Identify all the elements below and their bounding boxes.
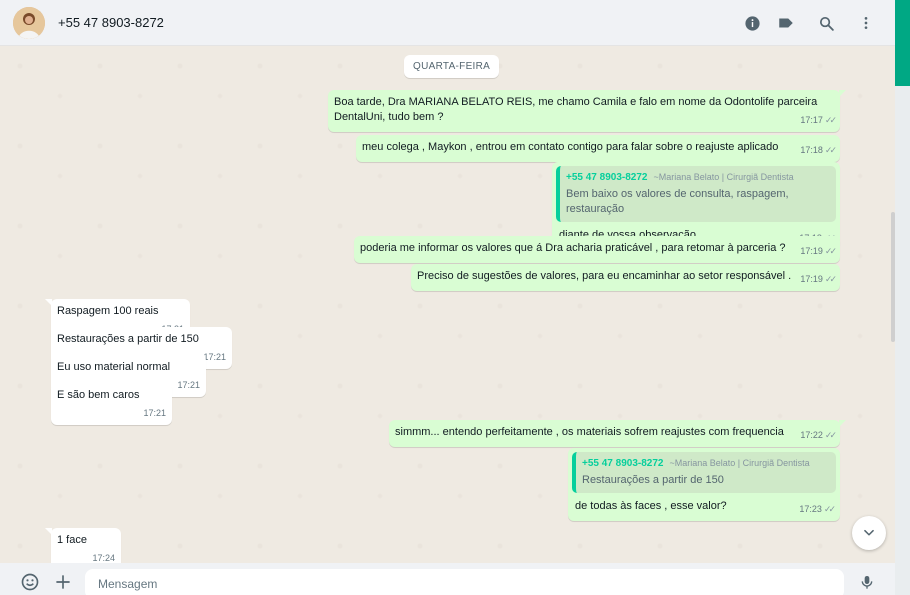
message-time: 17:17 <box>800 115 823 125</box>
message-time: 17:18 <box>800 145 823 155</box>
message-meta: 17:19 ✓✓ <box>800 272 837 287</box>
message-text: Eu uso material normal <box>57 361 171 373</box>
message-bubble-outgoing[interactable]: Preciso de sugestões de valores, para eu… <box>411 264 840 291</box>
quoted-message[interactable]: +55 47 8903-8272 ~Mariana Belato | Cirurg… <box>572 452 836 493</box>
chat-header: +55 47 8903-8272 <box>0 0 895 46</box>
double-check-icon: ✓✓ <box>824 274 837 284</box>
message-meta: 17:17 ✓✓ <box>800 113 837 128</box>
message-bubble-outgoing[interactable]: simmm... entendo perfeitamente , os mate… <box>389 420 846 447</box>
attach-plus-icon[interactable] <box>52 571 74 593</box>
scroll-to-bottom-button[interactable] <box>852 516 886 550</box>
message-bubble-incoming[interactable]: E são bem caros 17:21 <box>51 383 172 425</box>
info-icon[interactable] <box>742 13 762 33</box>
message-meta: 17:18✓✓ <box>800 143 837 158</box>
message-text: poderia me informar os valores que á Dra… <box>360 242 786 254</box>
emoji-icon[interactable] <box>19 571 41 593</box>
search-icon[interactable] <box>816 13 836 33</box>
message-bubble-outgoing[interactable]: poderia me informar os valores que á Dra… <box>354 236 840 263</box>
message-time: 17:23 <box>799 504 822 514</box>
message-text: simmm... entendo perfeitamente , os mate… <box>395 426 784 438</box>
message-text: Preciso de sugestões de valores, para eu… <box>417 270 792 282</box>
avatar[interactable] <box>13 7 45 39</box>
message-list[interactable]: QUARTA-FEIRA Boa tarde, Dra MARIANA BELA… <box>0 46 895 563</box>
double-check-icon: ✓✓ <box>824 430 837 440</box>
message-input[interactable] <box>85 569 844 595</box>
accent-bar <box>895 0 910 86</box>
menu-icon[interactable] <box>856 13 876 33</box>
message-text: Restaurações a partir de 150 <box>57 333 199 345</box>
chevron-down-icon <box>864 529 874 536</box>
message-text: DentalUni, tudo bem ? <box>334 111 444 123</box>
message-bubble-outgoing[interactable]: Boa tarde, Dra MARIANA BELATO REIS, me c… <box>328 90 846 132</box>
double-check-icon: ✓✓ <box>824 246 837 256</box>
double-check-icon: ✓✓ <box>824 115 837 125</box>
quote-author-subtitle: ~Mariana Belato | Cirurgiã Dentista <box>653 172 794 182</box>
double-check-icon: ✓✓ <box>823 504 836 514</box>
message-text: E são bem caros <box>57 389 140 401</box>
message-text: Boa tarde, Dra MARIANA BELATO REIS, me c… <box>334 96 818 108</box>
double-check-icon: ✓✓ <box>824 145 837 155</box>
message-time: 17:21 <box>203 352 226 362</box>
quote-text: Restaurações a partir de 150 <box>582 474 724 486</box>
message-time: 17:22 <box>800 430 823 440</box>
message-time: 17:21 <box>177 380 200 390</box>
quote-author-subtitle: ~Mariana Belato | Cirurgiã Dentista <box>669 458 810 468</box>
message-time: 17:24 <box>92 553 115 563</box>
message-time: 17:19 <box>800 246 823 256</box>
composer <box>0 563 895 595</box>
message-bubble-outgoing[interactable]: +55 47 8903-8272 ~Mariana Belato | Cirurg… <box>568 448 840 521</box>
quote-author: +55 47 8903-8272 <box>566 172 648 183</box>
message-text: 1 face <box>57 534 87 546</box>
message-bubble-incoming[interactable]: 1 face 17:24 <box>45 528 121 563</box>
message-text: meu colega , Maykon , entrou em contato … <box>362 141 779 153</box>
quote-author: +55 47 8903-8272 <box>582 458 664 469</box>
label-icon[interactable] <box>776 13 796 33</box>
message-meta: 17:19 ✓✓ <box>800 244 837 259</box>
message-time: 17:21 <box>143 408 166 418</box>
message-text: Raspagem 100 reais <box>57 305 159 317</box>
side-panel-strip <box>895 0 910 595</box>
date-chip: QUARTA-FEIRA <box>404 55 500 78</box>
quoted-message[interactable]: +55 47 8903-8272 ~Mariana Belato | Cirurg… <box>556 166 836 222</box>
quote-text: Bem baixo os valores de consulta, raspag… <box>566 188 789 215</box>
message-time: 17:19 <box>800 274 823 284</box>
message-text: de todas às faces , esse valor? <box>575 500 727 512</box>
message-meta: 17:23 ✓✓ <box>799 502 836 517</box>
message-bubble-outgoing[interactable]: meu colega , Maykon , entrou em contato … <box>356 135 840 162</box>
contact-name[interactable]: +55 47 8903-8272 <box>58 15 164 30</box>
message-meta: 17:22 ✓✓ <box>800 428 837 443</box>
microphone-icon[interactable] <box>856 571 878 593</box>
